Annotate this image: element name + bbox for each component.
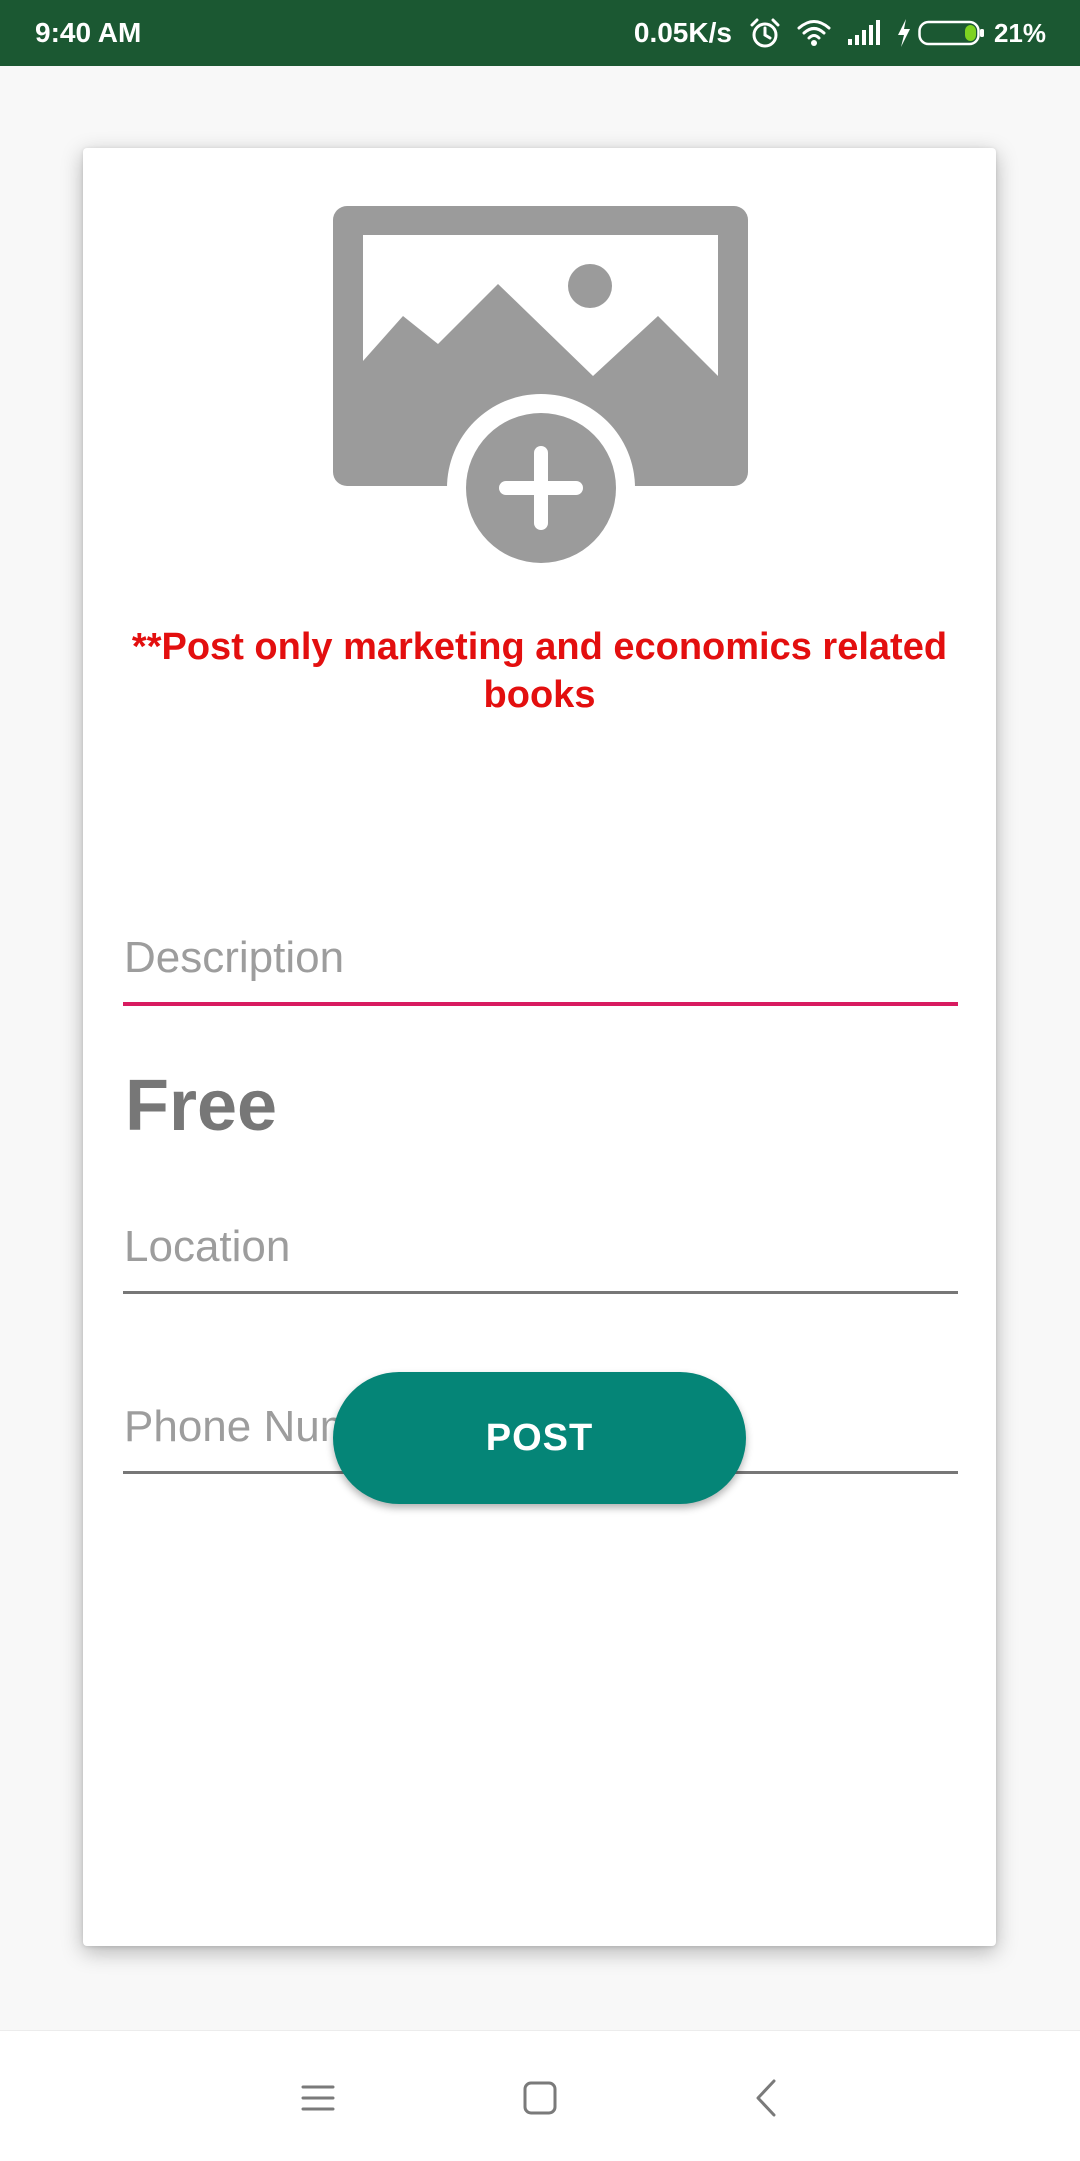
menu-icon[interactable] bbox=[293, 2073, 343, 2123]
price-label: Free bbox=[125, 1066, 278, 1146]
status-time: 9:40 AM bbox=[35, 17, 142, 48]
alarm-icon bbox=[750, 18, 780, 48]
navigation-bar bbox=[0, 2030, 1080, 2161]
charging-icon bbox=[897, 19, 910, 47]
add-photo-icon[interactable] bbox=[333, 206, 748, 566]
network-speed: 0.05K/s bbox=[633, 17, 732, 48]
posting-notice: **Post only marketing and economics rela… bbox=[131, 626, 948, 716]
location-underline bbox=[123, 1291, 958, 1294]
location-input[interactable] bbox=[123, 1217, 958, 1277]
post-form-card: **Post only marketing and economics rela… bbox=[83, 148, 996, 1946]
signal-icon bbox=[847, 20, 880, 45]
post-button[interactable]: POST bbox=[333, 1372, 746, 1504]
wifi-icon bbox=[797, 20, 831, 46]
description-field[interactable] bbox=[123, 928, 958, 1006]
battery-icon bbox=[918, 20, 984, 46]
location-field[interactable] bbox=[123, 1217, 958, 1294]
battery-percent: 21% bbox=[993, 17, 1046, 48]
description-input[interactable] bbox=[123, 928, 958, 988]
description-underline bbox=[123, 1002, 958, 1006]
back-icon[interactable] bbox=[742, 2073, 792, 2123]
home-icon[interactable] bbox=[515, 2073, 565, 2123]
status-icons: 0.05K/s 21% bbox=[634, 13, 1046, 53]
status-bar: 9:40 AM 0.05K/s 21% bbox=[0, 0, 1080, 66]
